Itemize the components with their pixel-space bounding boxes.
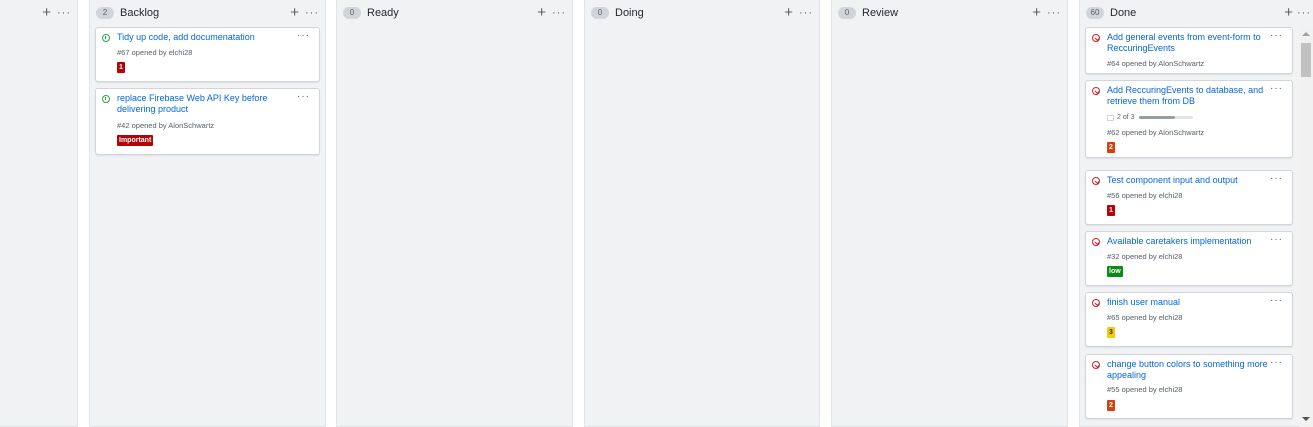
add-card-icon[interactable]: +	[290, 5, 299, 20]
card-menu-icon[interactable]: ···	[1270, 234, 1283, 245]
progress-text: 2 of 3	[1117, 114, 1135, 121]
issue-closed-icon	[1092, 34, 1100, 42]
card-menu-icon[interactable]: ···	[297, 30, 310, 41]
issue-meta: #67 opened by elchi28	[117, 48, 193, 57]
column-done: 60 Done + ··· Add general events from ev…	[1079, 0, 1313, 427]
progress-fill	[1138, 116, 1175, 119]
column-header: + ···	[0, 5, 71, 21]
add-card-icon[interactable]: +	[784, 5, 793, 20]
issue-open-icon	[102, 34, 110, 42]
column-header: 0 Ready + ···	[343, 5, 566, 21]
column-title: Review	[862, 7, 899, 19]
column-menu-icon[interactable]: ···	[57, 7, 71, 19]
issue-label[interactable]: 1	[1107, 205, 1115, 216]
issue-meta: #42 opened by AlonSchwartz	[117, 121, 215, 130]
scroll-thumb[interactable]	[1301, 43, 1311, 77]
issue-meta: #62 opened by AlonSchwartz	[1107, 128, 1205, 137]
column-menu-icon[interactable]: ···	[1047, 7, 1061, 19]
issue-title-link[interactable]: finish user manual	[1107, 297, 1270, 308]
add-card-icon[interactable]: +	[42, 5, 51, 20]
column-header: 0 Review + ···	[838, 5, 1061, 21]
card-menu-icon[interactable]: ···	[1270, 173, 1283, 184]
column-count-badge: 60	[1086, 7, 1104, 19]
issue-card[interactable]: Available caretakers implementation ··· …	[1085, 231, 1293, 286]
column-menu-icon[interactable]: ···	[1297, 7, 1311, 19]
issue-card[interactable]: replace Firebase Web API Key before deli…	[95, 88, 320, 155]
issue-title-link[interactable]: Available caretakers implementation	[1107, 236, 1270, 247]
issue-title-link[interactable]: Tidy up code, add documenatation	[117, 32, 297, 43]
issue-title-link[interactable]: Add general events from event-form to Re…	[1107, 32, 1270, 54]
card-menu-icon[interactable]: ···	[1270, 295, 1283, 306]
card-menu-icon[interactable]: ···	[1270, 30, 1283, 41]
issue-closed-icon	[1092, 238, 1100, 246]
column-review: 0 Review + ···	[831, 0, 1068, 427]
column-count-badge: 0	[343, 7, 361, 19]
issue-meta: #32 opened by elchi28	[1107, 252, 1183, 261]
progress-bar	[1138, 116, 1193, 119]
column-header: 2 Backlog + ···	[96, 5, 319, 21]
card-menu-icon[interactable]: ···	[1270, 83, 1283, 94]
issue-label[interactable]: 2	[1107, 142, 1115, 153]
column-ready: 0 Ready + ···	[336, 0, 573, 427]
column-count-badge: 0	[838, 7, 856, 19]
column-title: Done	[1110, 7, 1137, 19]
issue-title-link[interactable]: Test component input and output	[1107, 175, 1270, 186]
column-scrollbar[interactable]	[1299, 27, 1313, 427]
issue-title-link[interactable]: change button colors to something more a…	[1107, 359, 1270, 381]
column-partial: + ···	[0, 0, 78, 427]
add-card-icon[interactable]: +	[537, 5, 546, 20]
issue-closed-icon	[1092, 177, 1100, 185]
task-progress: 2 of 3	[1107, 114, 1193, 121]
column-header: 60 Done +	[1086, 5, 1293, 21]
issue-meta: #56 opened by elchi28	[1107, 191, 1183, 200]
issue-label[interactable]: 3	[1107, 327, 1115, 338]
column-title: Backlog	[120, 7, 160, 19]
card-menu-icon[interactable]: ···	[1270, 357, 1283, 368]
issue-title-link[interactable]: Add ReccuringEvents to database, and ret…	[1107, 85, 1270, 107]
issue-meta: #64 opened by AlonSchwartz	[1107, 59, 1205, 68]
issue-closed-icon	[1092, 299, 1100, 307]
scroll-down-arrow-icon[interactable]	[1302, 417, 1310, 421]
add-card-icon[interactable]: +	[1032, 5, 1041, 20]
issue-card[interactable]: Add ReccuringEvents to database, and ret…	[1085, 80, 1293, 158]
issue-card[interactable]: finish user manual ··· #65 opened by elc…	[1085, 292, 1293, 347]
column-menu-icon[interactable]: ···	[552, 7, 566, 19]
issue-closed-icon	[1092, 361, 1100, 369]
column-backlog: 2 Backlog + ··· Tidy up code, add docume…	[89, 0, 326, 427]
column-doing: 0 Doing + ···	[584, 0, 820, 427]
column-title: Doing	[615, 7, 644, 19]
column-menu-icon[interactable]: ···	[799, 7, 813, 19]
column-count-badge: 2	[96, 7, 114, 19]
add-card-icon[interactable]: +	[1284, 5, 1293, 20]
card-menu-icon[interactable]: ···	[297, 91, 310, 102]
issue-title-link[interactable]: replace Firebase Web API Key before deli…	[117, 93, 297, 115]
column-menu-icon[interactable]: ···	[305, 7, 319, 19]
issue-open-icon	[102, 95, 110, 103]
issue-card[interactable]: Add general events from event-form to Re…	[1085, 27, 1293, 74]
issue-label[interactable]: 1	[117, 62, 125, 73]
checklist-icon	[1107, 114, 1114, 121]
issue-card[interactable]: Test component input and output ··· #56 …	[1085, 170, 1293, 225]
issue-meta: #65 opened by elchi28	[1107, 313, 1183, 322]
issue-label[interactable]: Important	[117, 135, 154, 146]
issue-meta: #55 opened by elchi28	[1107, 385, 1183, 394]
issue-card[interactable]: Tidy up code, add documenatation ··· #67…	[95, 27, 320, 82]
issue-card[interactable]: change button colors to something more a…	[1085, 354, 1293, 419]
issue-label[interactable]: 2	[1107, 400, 1115, 411]
scroll-up-arrow-icon[interactable]	[1302, 32, 1310, 36]
column-title: Ready	[367, 7, 399, 19]
column-header: 0 Doing + ···	[591, 5, 813, 21]
column-count-badge: 0	[591, 7, 609, 19]
issue-label[interactable]: low	[1107, 266, 1123, 277]
issue-closed-icon	[1092, 87, 1100, 95]
